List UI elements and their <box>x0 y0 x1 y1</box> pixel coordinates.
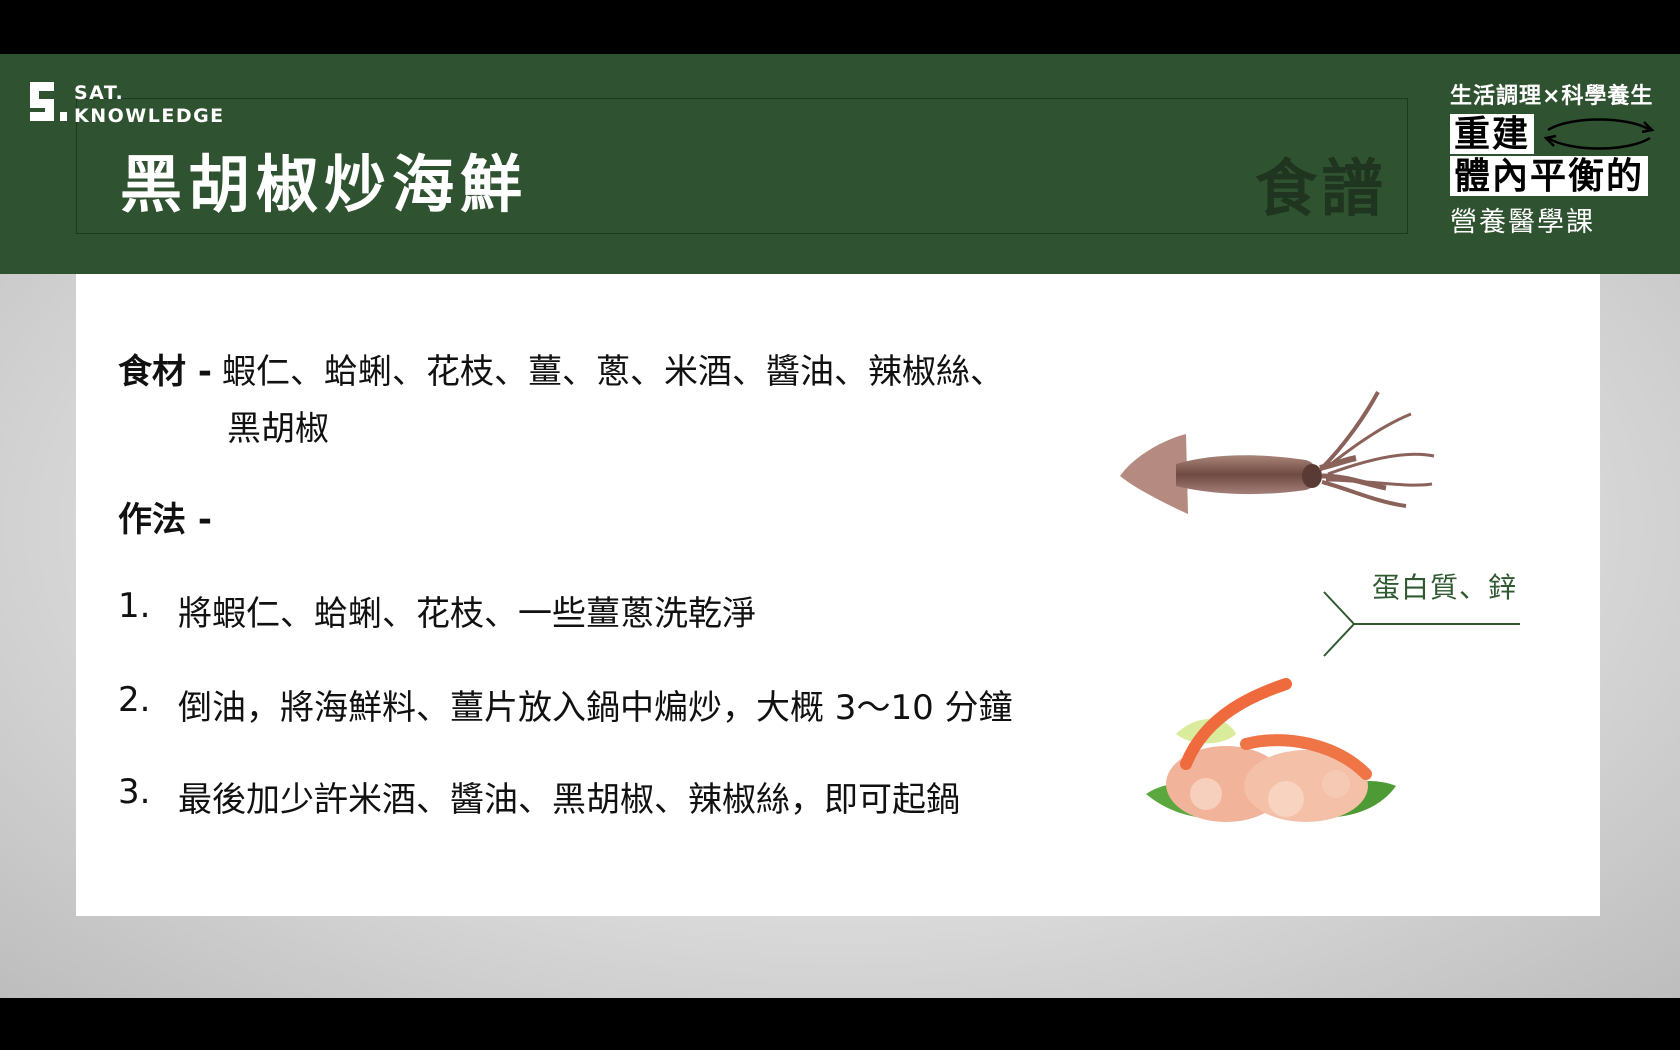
ingredients-line2: 黑胡椒 <box>227 409 329 449</box>
step-number: 2. <box>118 680 151 720</box>
method-step: 1. 將蝦仁、蛤蜊、花枝、一些薑蔥洗乾淨 <box>118 586 756 635</box>
course-title-line2: 體內平衡的 <box>1450 156 1649 196</box>
method-step: 2. 倒油，將海鮮料、薑片放入鍋中煸炒，大概 3～10 分鐘 <box>118 680 1013 729</box>
shrimp-photo <box>1146 678 1396 822</box>
brand-text: SAT. KNOWLEDGE <box>74 82 225 128</box>
step-text: 倒油，將海鮮料、薑片放入鍋中煸炒，大概 3～10 分鐘 <box>178 688 1013 728</box>
content-card: 食材 - 蝦仁、蛤蜊、花枝、薑、蔥、米酒、醬油、辣椒絲、 黑胡椒 作法 - 1.… <box>76 274 1600 916</box>
header-bar: SAT. KNOWLEDGE 黑胡椒炒海鮮 食譜 生活調理×科學養生 重建 體內… <box>0 54 1680 274</box>
brand-line2: KNOWLEDGE <box>74 105 225 127</box>
method-step: 3. 最後加少許米酒、醬油、黑胡椒、辣椒絲，即可起鍋 <box>118 772 960 821</box>
course-subtitle: 生活調理×科學養生 <box>1450 84 1654 109</box>
section-tag: 食譜 <box>1255 152 1388 225</box>
nutrition-note-text: 蛋白質、鋅 <box>1372 571 1518 604</box>
ingredients: 食材 - 蝦仁、蛤蜊、花枝、薑、蔥、米酒、醬油、辣椒絲、 黑胡椒 <box>118 344 1004 450</box>
double-arrow-icon <box>1543 118 1655 150</box>
slide-frame: SAT. KNOWLEDGE 黑胡椒炒海鮮 食譜 生活調理×科學養生 重建 體內… <box>0 54 1680 998</box>
course-logo: 生活調理×科學養生 重建 體內平衡的 營養醫學課 <box>1450 78 1665 239</box>
brand-line1: SAT. <box>74 82 125 104</box>
course-title-line1: 重建 <box>1450 114 1535 154</box>
brand-logo: SAT. KNOWLEDGE <box>30 82 225 128</box>
step-number: 1. <box>118 586 151 626</box>
method-label: 作法 - <box>118 500 212 540</box>
page-title: 黑胡椒炒海鮮 <box>120 148 529 221</box>
nutrition-note: 蛋白質、鋅 <box>1320 566 1520 676</box>
brand-mark-icon <box>30 82 67 126</box>
step-text: 將蝦仁、蛤蜊、花枝、一些薑蔥洗乾淨 <box>178 594 756 634</box>
squid-photo <box>1120 391 1435 514</box>
step-text: 最後加少許米酒、醬油、黑胡椒、辣椒絲，即可起鍋 <box>178 780 960 820</box>
course-title-line3: 營養醫學課 <box>1450 207 1595 238</box>
ingredients-label: 食材 - <box>118 352 212 392</box>
step-number: 3. <box>118 772 151 812</box>
ingredients-line1: 蝦仁、蛤蜊、花枝、薑、蔥、米酒、醬油、辣椒絲、 <box>221 352 1004 392</box>
